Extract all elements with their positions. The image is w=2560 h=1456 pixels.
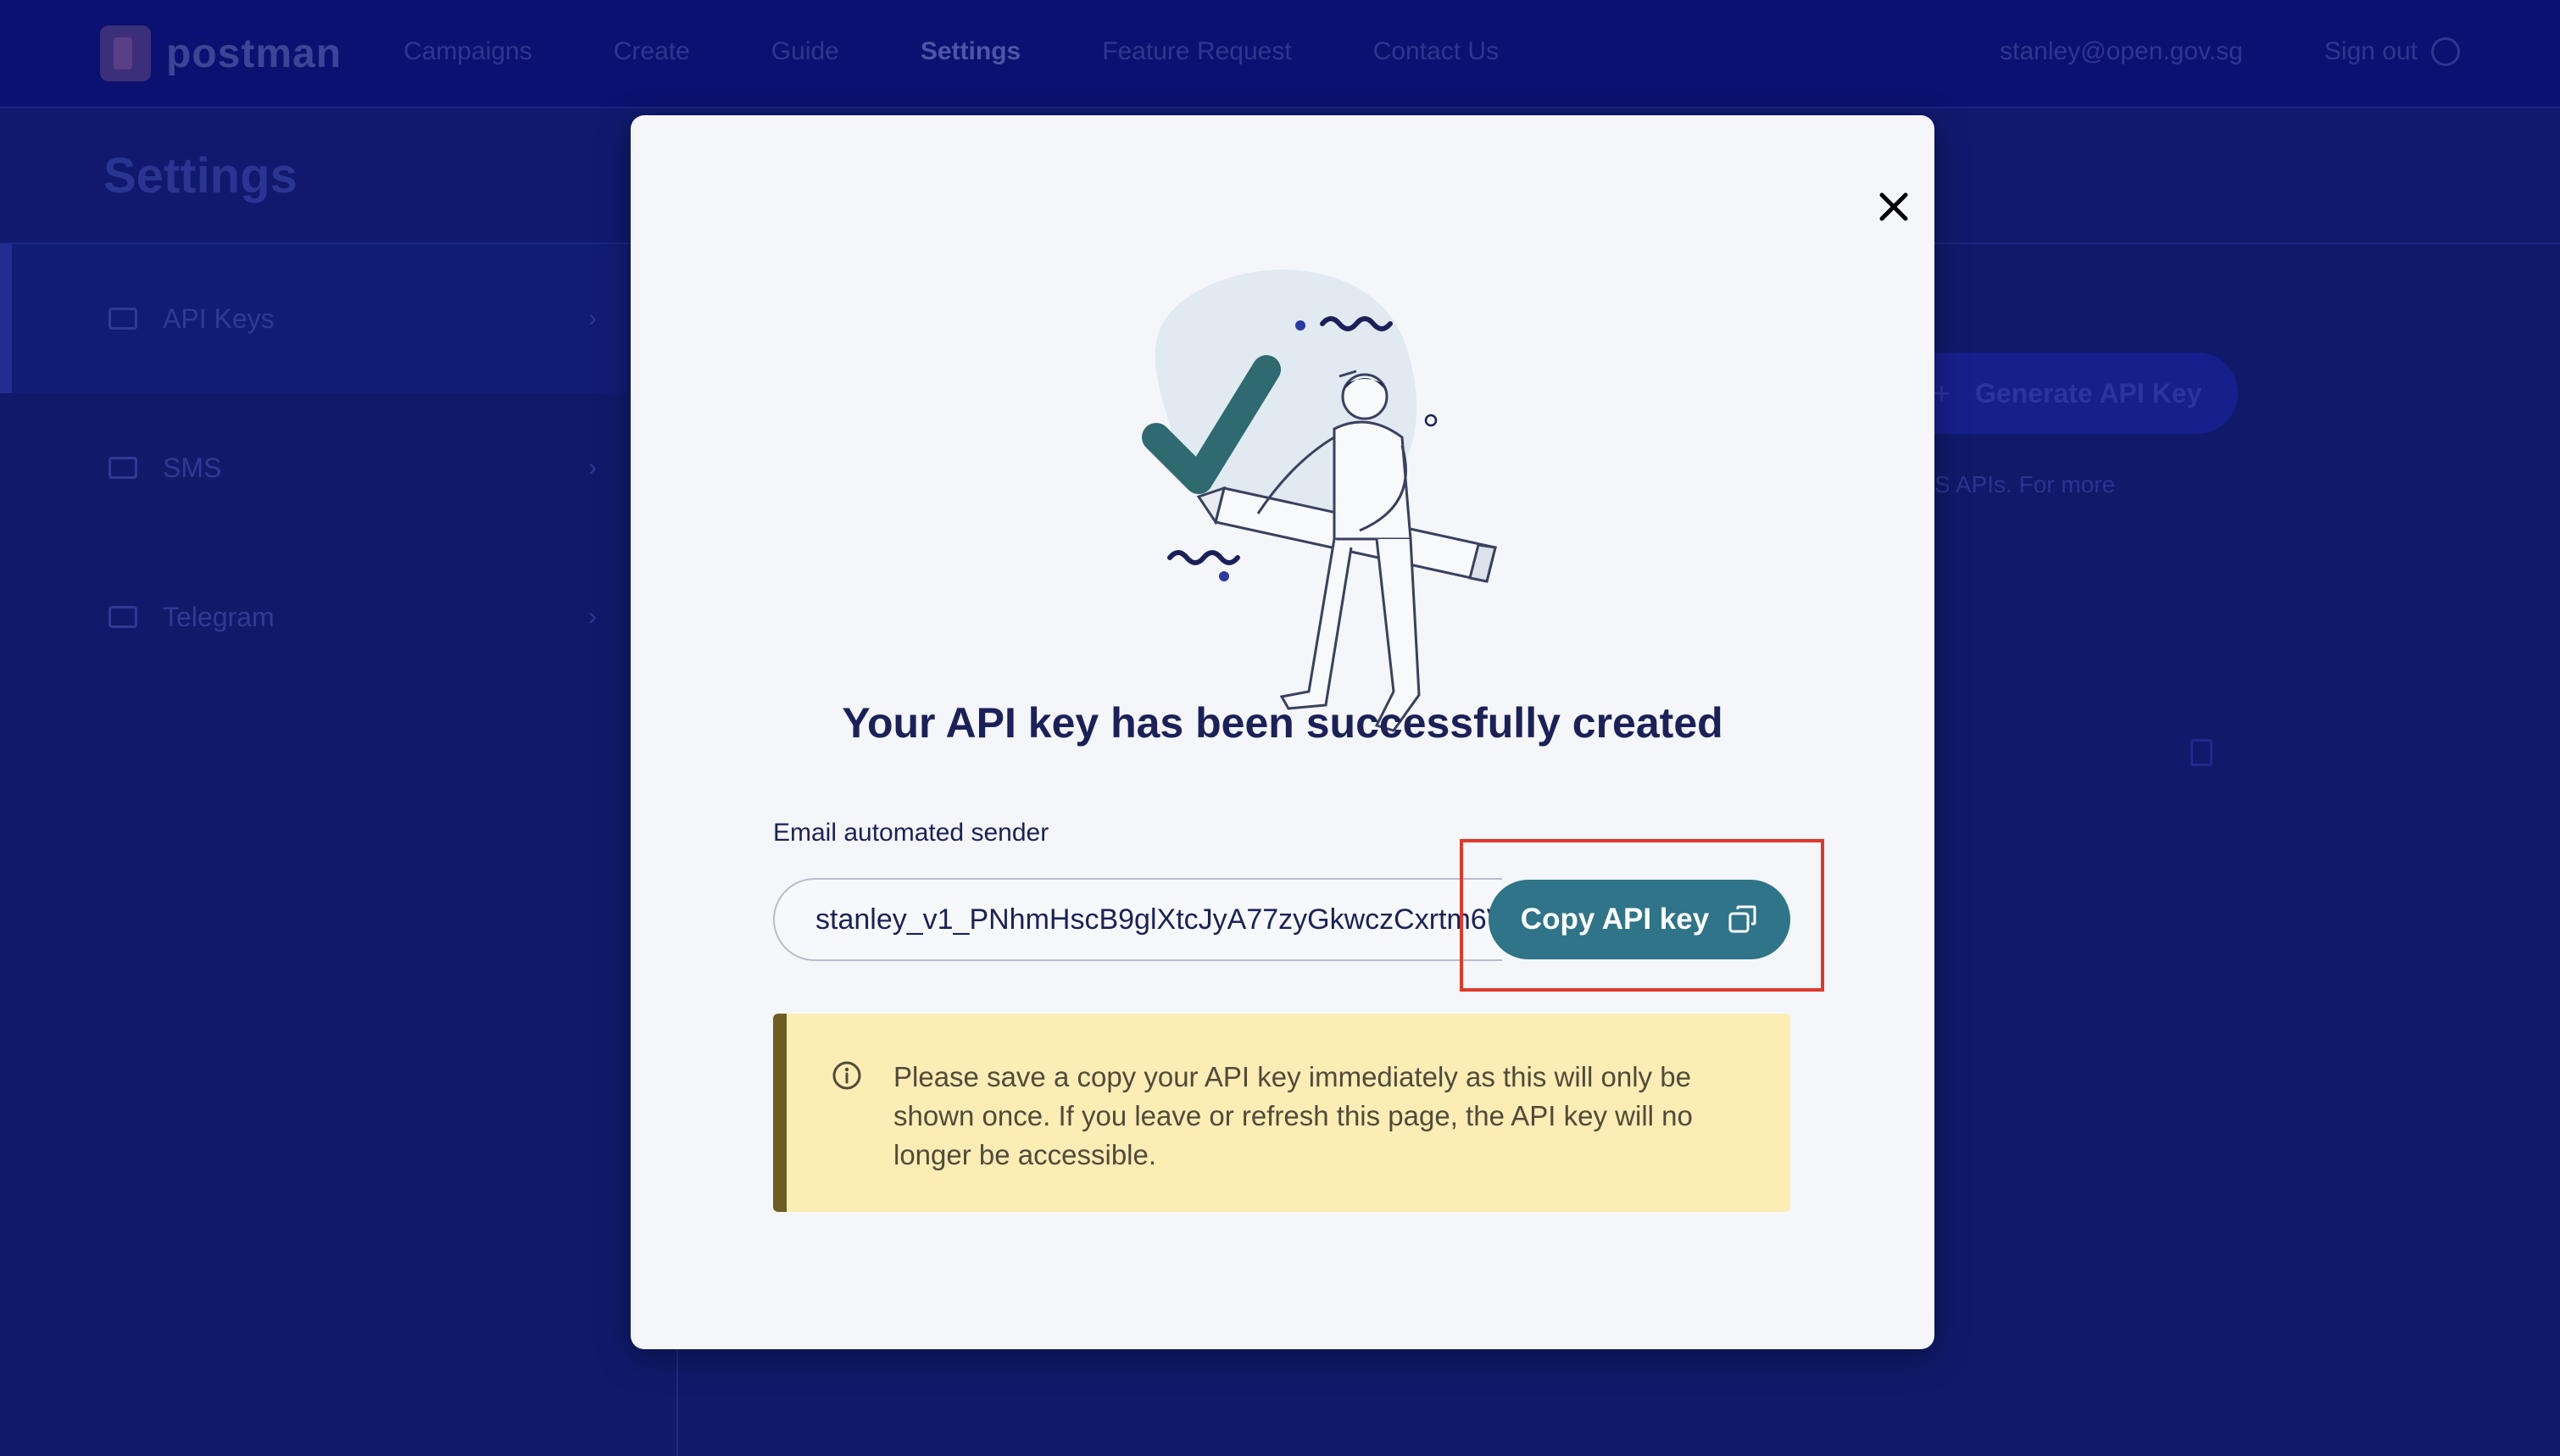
user-email: stanley@open.gov.sg [2000, 37, 2243, 65]
warning-banner: Please save a copy your API key immediat… [773, 1014, 1790, 1212]
plus-icon: + [1933, 375, 1951, 410]
nav-link-contact-us[interactable]: Contact Us [1373, 37, 1499, 66]
top-navigation-bar: postman Campaigns Create Guide Settings … [0, 0, 2560, 108]
telegram-icon [109, 606, 137, 628]
settings-sidebar: API Keys › SMS › Telegram › [0, 244, 678, 1456]
message-icon [109, 457, 137, 479]
generate-api-key-button[interactable]: + Generate API Key [1899, 353, 2238, 434]
sign-out-link[interactable]: Sign out [2324, 37, 2460, 66]
chevron-right-icon: › [588, 304, 597, 332]
brand-name: postman [166, 31, 342, 76]
postman-logo[interactable]: postman [100, 25, 342, 81]
sidebar-item-label: API Keys [163, 303, 275, 334]
postman-logo-icon [100, 25, 151, 81]
sign-out-icon [2431, 37, 2460, 66]
highlight-annotation-box [1460, 839, 1824, 992]
nav-link-feature-request[interactable]: Feature Request [1102, 37, 1291, 66]
chevron-right-icon: › [588, 453, 597, 481]
close-icon [1879, 192, 1908, 221]
sidebar-item-label: SMS [163, 452, 222, 483]
nav-link-guide[interactable]: Guide [771, 37, 839, 66]
api-key-created-modal: Your API key has been successfully creat… [631, 115, 1934, 1349]
sidebar-item-sms[interactable]: SMS › [0, 393, 627, 542]
api-key-value: stanley_v1_PNhmHscB9glXtcJyA77zyGkwczCxr… [815, 903, 1502, 936]
sidebar-item-label: Telegram [163, 601, 275, 632]
warning-text: Please save a copy your API key immediat… [893, 1061, 1693, 1170]
nav-right: stanley@open.gov.sg Sign out [2000, 37, 2460, 66]
nav-link-create[interactable]: Create [614, 37, 690, 66]
api-key-field[interactable]: stanley_v1_PNhmHscB9glXtcJyA77zyGkwczCxr… [773, 878, 1502, 961]
trash-icon[interactable] [2190, 739, 2212, 766]
close-button[interactable] [1870, 183, 1917, 231]
sign-out-label: Sign out [2323, 37, 2418, 65]
nav-links: Campaigns Create Guide Settings Feature … [403, 37, 1499, 66]
success-illustration [1142, 270, 1497, 732]
page-title: Settings [103, 148, 298, 203]
nav-link-settings[interactable]: Settings [921, 37, 1021, 66]
generate-api-key-label: Generate API Key [1975, 377, 2202, 408]
api-key-label: Email automated sender [773, 819, 1049, 847]
sidebar-item-api-keys[interactable]: API Keys › [0, 244, 627, 393]
chevron-right-icon: › [588, 603, 597, 631]
apis-description-text: S APIs. For more [1934, 471, 2116, 497]
nav-link-campaigns[interactable]: Campaigns [403, 37, 532, 66]
sidebar-item-telegram[interactable]: Telegram › [0, 542, 627, 692]
info-icon [832, 1061, 861, 1090]
key-icon [109, 308, 137, 330]
modal-title: Your API key has been successfully creat… [842, 699, 1723, 747]
